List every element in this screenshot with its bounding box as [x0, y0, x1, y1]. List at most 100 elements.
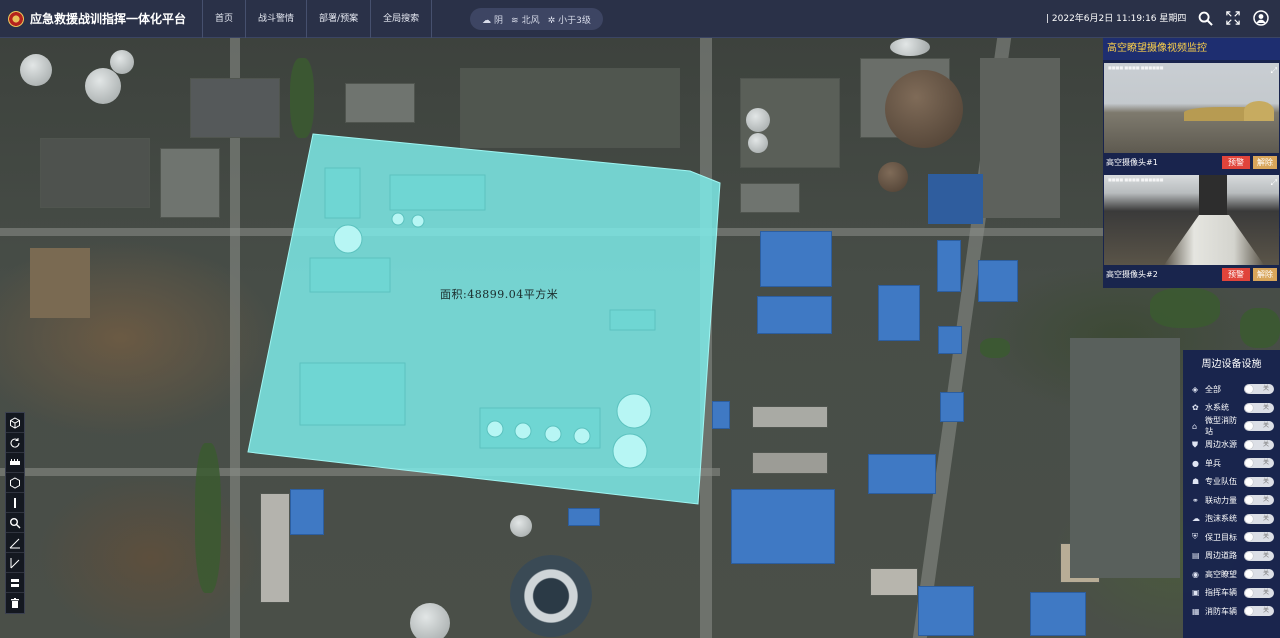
toggle-state: 关	[1262, 496, 1269, 504]
facilities-panel-title: 周边设备设施	[1201, 359, 1262, 370]
video-panel-title: 高空瞭望摄像视频监控	[1103, 38, 1280, 60]
trash-icon[interactable]	[6, 593, 24, 613]
cloud-icon: ☁	[482, 15, 491, 26]
facility-toggle[interactable]: 关	[1244, 421, 1274, 432]
facility-label: 周边道路	[1205, 551, 1237, 561]
water-icon: ✿	[1192, 403, 1199, 413]
facility-toggle[interactable]: 关	[1244, 495, 1274, 506]
weather-condition: 阴	[494, 15, 504, 26]
facility-toggle[interactable]: 关	[1244, 606, 1274, 617]
video-monitor-panel: 高空瞭望摄像视频监控 ■■■■ ■■■■ ■■■■■■ ⤢ 高空摄像头#1 预警…	[1103, 38, 1280, 288]
toggle-state: 关	[1262, 588, 1269, 596]
fullscreen-icon[interactable]	[1224, 9, 1242, 27]
search-icon[interactable]	[1196, 9, 1214, 27]
column-icon[interactable]	[6, 493, 24, 513]
facility-label: 周边水源	[1205, 440, 1237, 450]
fire-rescue-emblem-icon	[8, 10, 24, 27]
facility-row: ● 单兵 关	[1183, 454, 1280, 473]
nav-global-search[interactable]: 全局搜索	[370, 0, 433, 38]
map-tools	[5, 412, 25, 614]
toggle-state: 关	[1262, 440, 1269, 448]
topbar-actions	[1196, 9, 1270, 27]
ruler-icon[interactable]	[6, 453, 24, 473]
camera-feed-2[interactable]: ■■■■ ■■■■ ■■■■■■	[1104, 175, 1279, 265]
camera-footer: 高空摄像头#1 预警 解除	[1103, 153, 1280, 172]
facility-label: 高空瞭望	[1205, 569, 1237, 579]
facility-row: ⛨ 保卫目标 关	[1183, 528, 1280, 547]
facility-toggle[interactable]: 关	[1244, 587, 1274, 598]
nav-deployment-plan[interactable]: 部署/预案	[306, 0, 370, 38]
camera-footer: 高空摄像头#2 预警 解除	[1103, 265, 1280, 284]
camera-card: ■■■■ ■■■■ ■■■■■■ ⤢ 高空摄像头#2 预警 解除	[1103, 172, 1280, 284]
toggle-knob	[1245, 385, 1253, 394]
cube-icon[interactable]	[6, 413, 24, 433]
main-nav: 首页 战斗警情 部署/预案 全局搜索	[202, 0, 433, 38]
camera-dismiss-button[interactable]: 解除	[1253, 156, 1277, 169]
facility-label: 消防车辆	[1205, 606, 1237, 616]
person-icon: ●	[1192, 458, 1199, 468]
toggle-state: 关	[1262, 403, 1269, 411]
facility-row: ◉ 高空瞭望 关	[1183, 565, 1280, 584]
facility-toggle[interactable]: 关	[1244, 384, 1274, 395]
facility-row: ⌂ 微型消防站 关	[1183, 416, 1280, 437]
nearby-facilities-panel: 周边设备设施 ◈ 全部关 ✿ 水系统关 ⌂ 微型消防站关 ⛊ 周边水源关 ● 单兵关 ☗ 专业队伍关 ⚭…	[1183, 350, 1280, 638]
weather-widget: ☁ 阴 ≋ 北风 ✲ 小于3级	[470, 8, 603, 30]
toggle-state: 关	[1262, 570, 1269, 578]
facility-row: ✿ 水系统 关	[1183, 399, 1280, 418]
facility-toggle[interactable]: 关	[1244, 569, 1274, 580]
toggle-state: 关	[1262, 533, 1269, 541]
wind-direction: 北风	[521, 15, 540, 26]
fire-truck-icon: ▦	[1192, 606, 1200, 616]
facility-toggle[interactable]: 关	[1244, 439, 1274, 450]
camera-alarm-button[interactable]: 预警	[1222, 156, 1250, 169]
facilities-list: ◈ 全部关 ✿ 水系统关 ⌂ 微型消防站关 ⛊ 周边水源关 ● 单兵关 ☗ 专业队伍关 ⚭ 联动力量关 ☁ 泡…	[1183, 380, 1280, 621]
angle-icon[interactable]	[6, 533, 24, 553]
expand-icon[interactable]: ⤢	[1271, 178, 1277, 188]
area-measurement-label: 面积:48899.04平方米	[440, 288, 559, 301]
nav-home[interactable]: 首页	[202, 0, 245, 38]
slope-icon[interactable]	[6, 553, 24, 573]
facility-toggle[interactable]: 关	[1244, 402, 1274, 413]
user-icon[interactable]	[1252, 9, 1270, 27]
map-view[interactable]: 面积:48899.04平方米	[0, 38, 1280, 638]
camera-alarm-button[interactable]: 预警	[1222, 268, 1250, 281]
toggle-knob	[1245, 459, 1253, 468]
facility-row: ⛊ 周边水源 关	[1183, 436, 1280, 455]
camera-osd: ■■■■ ■■■■ ■■■■■■	[1108, 177, 1164, 182]
facility-toggle[interactable]: 关	[1244, 476, 1274, 487]
toggle-knob	[1245, 403, 1253, 412]
shield-icon: ⛨	[1192, 532, 1198, 542]
facility-label: 专业队伍	[1205, 477, 1237, 487]
toggle-knob	[1245, 570, 1253, 579]
expand-icon[interactable]: ⤢	[1271, 66, 1277, 76]
camera-name: 高空摄像头#1	[1106, 158, 1158, 167]
facility-label: 保卫目标	[1205, 532, 1237, 542]
measured-area-polygon[interactable]	[0, 38, 1280, 638]
toggle-knob	[1245, 422, 1253, 431]
nav-combat-alarm[interactable]: 战斗警情	[245, 0, 306, 38]
toggle-knob	[1245, 514, 1253, 523]
camera-dismiss-button[interactable]: 解除	[1253, 268, 1277, 281]
camera-feed-1[interactable]: ■■■■ ■■■■ ■■■■■■	[1104, 63, 1279, 153]
search-icon[interactable]	[6, 513, 24, 533]
facility-toggle[interactable]: 关	[1244, 532, 1274, 543]
layer-icon[interactable]	[6, 573, 24, 593]
facility-label: 指挥车辆	[1205, 588, 1237, 598]
box-icon[interactable]	[6, 473, 24, 493]
facility-row: ▦ 消防车辆 关	[1183, 602, 1280, 621]
rotate-icon[interactable]	[6, 433, 24, 453]
facility-label: 微型消防站	[1205, 416, 1237, 437]
layers-icon: ◈	[1192, 384, 1199, 394]
camera-osd: ■■■■ ■■■■ ■■■■■■	[1108, 65, 1164, 70]
facility-toggle[interactable]: 关	[1244, 513, 1274, 524]
toggle-state: 关	[1262, 385, 1269, 393]
camera-icon: ◉	[1192, 569, 1199, 579]
facility-label: 全部	[1205, 384, 1221, 394]
toggle-knob	[1245, 440, 1253, 449]
facility-toggle[interactable]: 关	[1244, 458, 1274, 469]
toggle-state: 关	[1262, 514, 1269, 522]
datetime-display: | 2022年6月2日 11:19:16 星期四	[1046, 14, 1187, 24]
facility-toggle[interactable]: 关	[1244, 550, 1274, 561]
toggle-knob	[1245, 551, 1253, 560]
facility-row: ◈ 全部 关	[1183, 380, 1280, 399]
